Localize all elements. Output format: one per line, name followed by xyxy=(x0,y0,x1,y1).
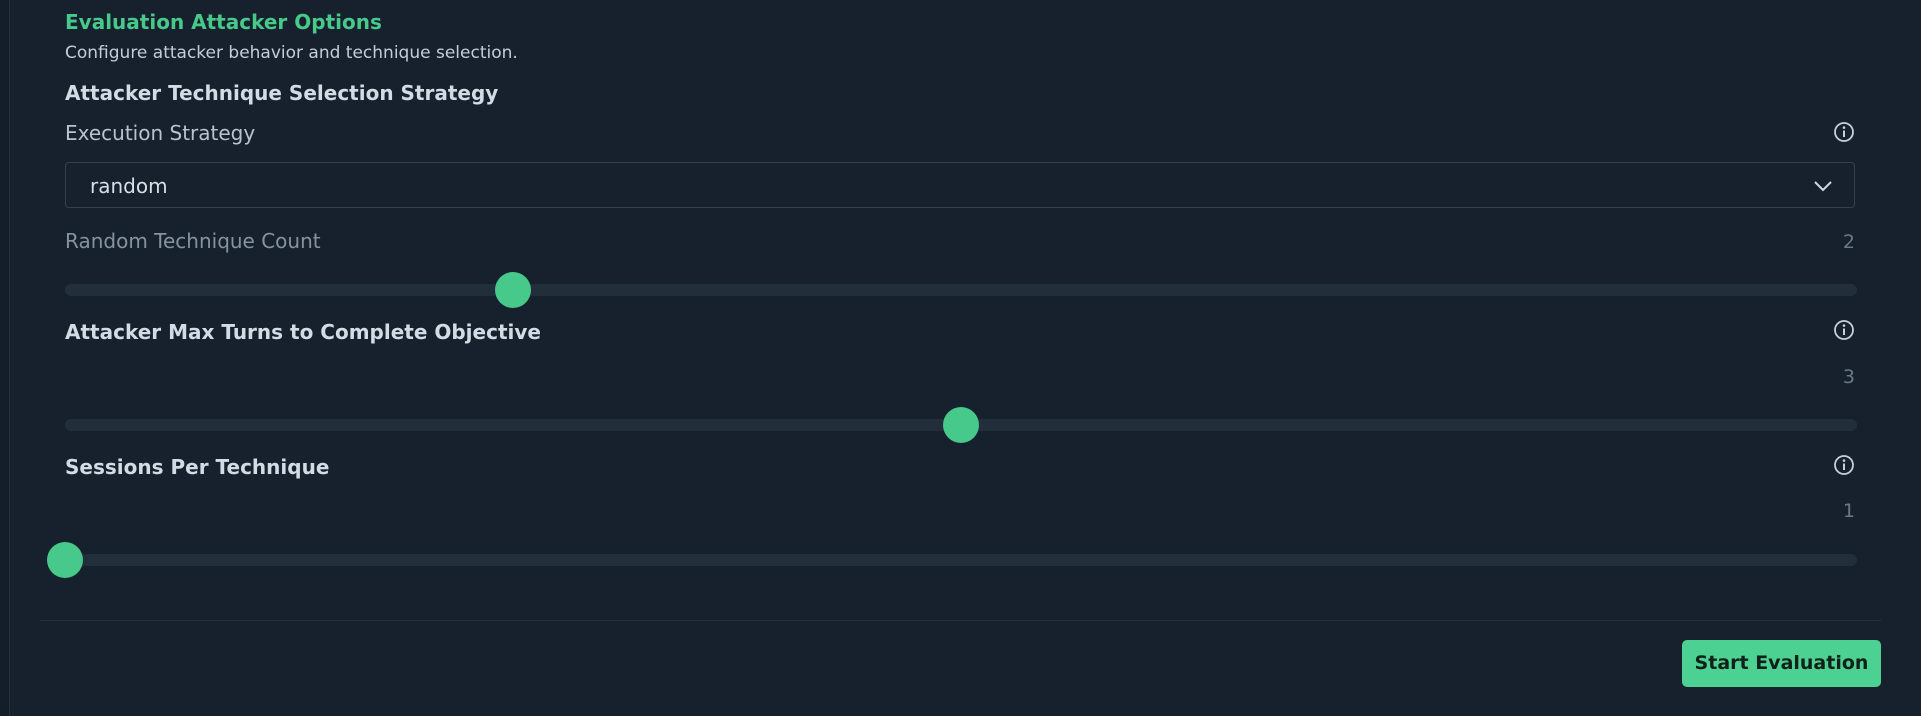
strategy-section-heading: Attacker Technique Selection Strategy xyxy=(65,81,499,105)
panel-title: Evaluation Attacker Options xyxy=(65,10,382,34)
slider-thumb[interactable] xyxy=(47,542,83,578)
max-turns-label: Attacker Max Turns to Complete Objective xyxy=(65,320,541,344)
footer-divider xyxy=(40,620,1881,621)
sessions-per-technique-label: Sessions Per Technique xyxy=(65,455,330,479)
random-technique-count-label: Random Technique Count xyxy=(65,229,321,253)
info-icon[interactable] xyxy=(1833,454,1855,476)
options-panel xyxy=(40,0,1881,716)
chevron-down-icon xyxy=(1814,181,1832,192)
panel-subtitle: Configure attacker behavior and techniqu… xyxy=(65,43,518,63)
execution-strategy-label: Execution Strategy xyxy=(65,121,256,145)
random-technique-count-slider[interactable] xyxy=(65,272,1857,308)
info-icon[interactable] xyxy=(1833,319,1855,341)
left-rail xyxy=(0,0,10,716)
random-technique-count-value: 2 xyxy=(1842,231,1855,253)
slider-thumb[interactable] xyxy=(943,407,979,443)
execution-strategy-select[interactable]: random xyxy=(65,162,1855,208)
slider-thumb[interactable] xyxy=(495,272,531,308)
sessions-per-technique-value: 1 xyxy=(1842,500,1855,522)
info-icon[interactable] xyxy=(1833,121,1855,143)
sessions-per-technique-slider[interactable] xyxy=(47,542,1857,578)
max-turns-value: 3 xyxy=(1842,366,1855,388)
slider-track xyxy=(65,554,1857,566)
slider-track xyxy=(65,284,1857,296)
execution-strategy-value: random xyxy=(90,174,168,198)
start-evaluation-button[interactable]: Start Evaluation xyxy=(1682,640,1881,687)
max-turns-slider[interactable] xyxy=(65,407,1857,443)
